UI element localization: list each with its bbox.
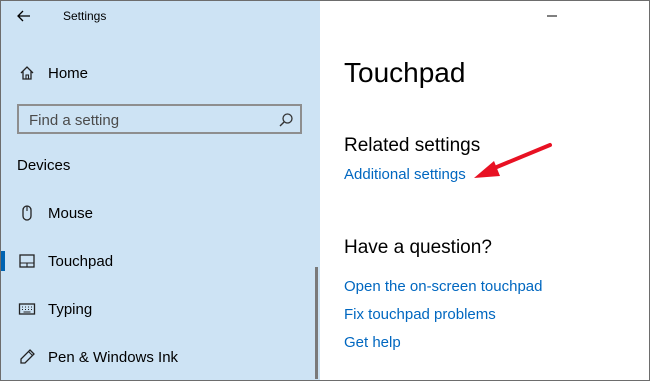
sidebar-item-typing[interactable]: Typing <box>1 289 320 329</box>
minimize-button[interactable] <box>529 1 575 31</box>
additional-settings-link[interactable]: Additional settings <box>344 166 466 183</box>
back-arrow-icon[interactable] <box>13 5 37 27</box>
selection-indicator <box>1 251 5 271</box>
onscreen-touchpad-link[interactable]: Open the on-screen touchpad <box>344 278 542 295</box>
settings-window: Settings Home Find a setting Devices Mou… <box>0 0 650 381</box>
get-help-link[interactable]: Get help <box>344 334 401 351</box>
sidebar-item-mouse[interactable]: Mouse <box>1 193 320 233</box>
maximize-button[interactable] <box>575 1 621 31</box>
pen-icon <box>18 348 36 366</box>
sidebar-item-label: Pen & Windows Ink <box>48 348 179 366</box>
home-icon <box>18 64 36 82</box>
sidebar-item-label: Mouse <box>48 204 94 222</box>
sidebar: Settings Home Find a setting Devices Mou… <box>1 1 320 380</box>
sidebar-item-label: Touchpad <box>48 252 114 270</box>
annotation-arrow-icon <box>474 143 552 178</box>
search-placeholder: Find a setting <box>29 112 120 129</box>
related-settings-heading: Related settings <box>344 135 481 156</box>
question-heading: Have a question? <box>344 237 492 258</box>
touchpad-icon <box>18 252 36 270</box>
sidebar-item-label: Home <box>48 64 89 82</box>
main-content: Touchpad Related settings Additional set… <box>320 1 649 380</box>
window-controls <box>529 1 649 31</box>
search-input[interactable]: Find a setting <box>17 104 302 134</box>
sidebar-item-home[interactable]: Home <box>1 53 320 93</box>
sidebar-scrollbar[interactable] <box>315 267 318 379</box>
search-icon[interactable] <box>278 112 294 128</box>
keyboard-icon <box>18 300 36 318</box>
mouse-icon <box>18 204 36 222</box>
fix-touchpad-link[interactable]: Fix touchpad problems <box>344 306 496 323</box>
page-title: Touchpad <box>344 57 466 88</box>
sidebar-item-touchpad[interactable]: Touchpad <box>1 241 320 281</box>
app-title: Settings <box>63 9 107 23</box>
section-title: Devices <box>17 157 71 174</box>
sidebar-item-pen[interactable]: Pen & Windows Ink <box>1 337 320 377</box>
sidebar-item-label: Typing <box>48 300 93 318</box>
